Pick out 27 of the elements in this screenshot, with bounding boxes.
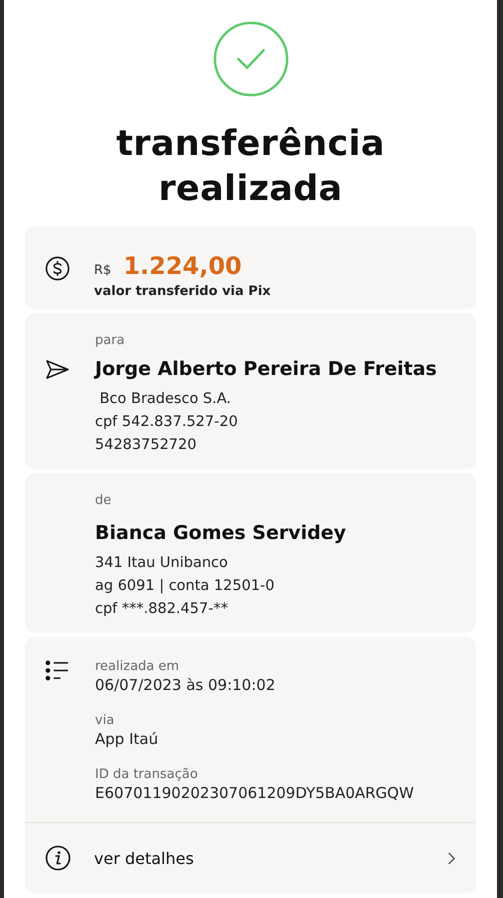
recipient-detail: 54283752720 <box>95 436 196 455</box>
info-icon <box>45 845 71 871</box>
detail-label: realizada em <box>95 659 180 674</box>
page-title: transferência realizada <box>115 123 386 211</box>
amount-value: 1.224,00 <box>123 252 242 280</box>
sender-detail: cpf ***.882.457-** <box>95 600 228 619</box>
detail-label: ID da transação <box>95 767 199 782</box>
details-link[interactable]: ver detalhes <box>25 823 476 893</box>
amount-caption: valor transferido via Pix <box>94 284 271 299</box>
recipient-detail: cpf 542.837.527-20 <box>95 413 238 432</box>
sender-label: de <box>95 493 112 508</box>
recipient-label: para <box>95 333 125 348</box>
detail-value: App Itaú <box>95 729 160 750</box>
send-icon <box>45 358 70 380</box>
check-circle-icon <box>212 20 290 98</box>
chevron-right-icon <box>447 850 456 866</box>
list-icon <box>45 659 70 682</box>
detail-label: via <box>95 713 116 728</box>
recipient-detail: Bco Bradesco S.A. <box>98 390 232 409</box>
sender-detail: 341 Itau Unibanco <box>95 554 228 573</box>
currency-symbol: R$ <box>94 263 112 278</box>
sender-detail: ag 6091 | conta 12501-0 <box>95 577 275 596</box>
sender-name: Bianca Gomes Servidey <box>95 522 346 544</box>
detail-value: 06/07/2023 às 09:10:02 <box>95 675 276 696</box>
dollar-coin-icon <box>45 256 70 281</box>
detail-value: E60701190202307061209DY5BA0ARGQW <box>95 783 414 804</box>
recipient-name: Jorge Alberto Pereira De Freitas <box>95 358 437 380</box>
